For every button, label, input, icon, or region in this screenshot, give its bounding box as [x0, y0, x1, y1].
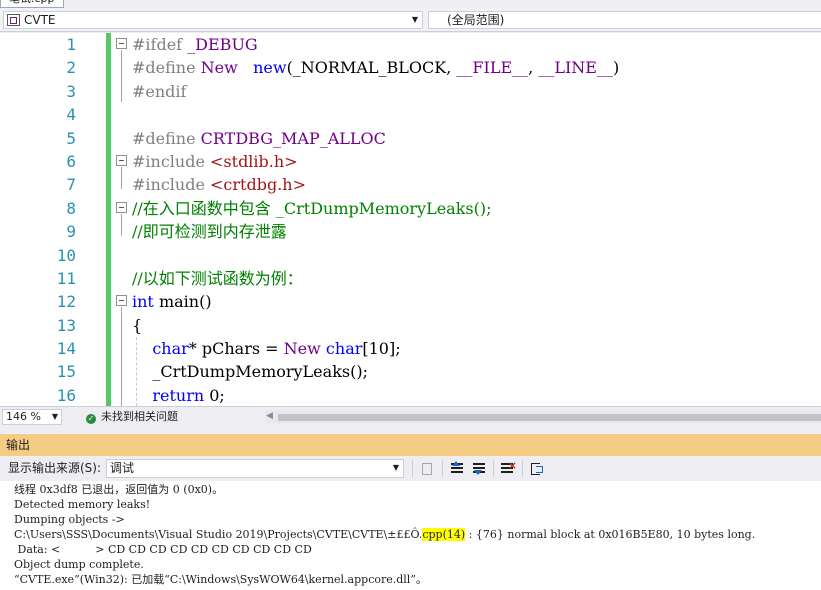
output-line: Object dump complete.	[14, 558, 144, 571]
code-line: //在入口函数中包含 _CrtDumpMemoryLeaks();	[132, 198, 492, 218]
chevron-down-icon[interactable]: ▼	[412, 15, 418, 24]
collapse-icon[interactable]	[116, 202, 127, 213]
line-number: 9	[66, 222, 76, 242]
scroll-left-icon[interactable]: ◀	[266, 411, 273, 421]
output-line: 线程 0x3df8 已退出，返回值为 0 (0x0)。	[14, 483, 224, 496]
line-number: 6	[66, 151, 76, 171]
scope-dropdown[interactable]: (全局范围)	[428, 11, 821, 29]
zoom-dropdown[interactable]: 146 % ▼	[2, 409, 62, 425]
code-line: #include <stdlib.h>	[132, 151, 298, 171]
fold-line	[121, 167, 122, 189]
line-number: 4	[66, 105, 76, 125]
navigation-bar: CVTE ▼ (全局范围)	[0, 8, 821, 32]
output-line: “CVTE.exe”(Win32): 已加载“C:\Windows\SysWOW…	[14, 573, 427, 586]
editor-status-bar: 146 % ▼ ✓ 未找到相关问题 ◀	[0, 406, 821, 426]
scope-name: (全局范围)	[447, 13, 505, 27]
project-name: CVTE	[24, 13, 56, 27]
fold-line	[121, 214, 122, 236]
leak-block-info: : {76} normal block at 0x016B5E80, 10 by…	[465, 528, 756, 541]
line-number: 14	[56, 339, 76, 359]
output-source-value: 调试	[110, 461, 135, 475]
line-number: 8	[66, 198, 76, 218]
code-line: {	[132, 315, 143, 335]
highlighted-line-ref[interactable]: cpp(14)	[422, 528, 466, 541]
output-line: Data: < > CD CD CD CD CD CD CD CD CD CD	[14, 543, 312, 556]
output-source-label: 显示输出来源(S):	[8, 461, 102, 475]
code-line: #include <crtdbg.h>	[132, 175, 306, 195]
collapse-icon[interactable]	[116, 295, 127, 306]
check-circle-icon: ✓	[86, 414, 96, 424]
toolbar-separator	[412, 460, 413, 477]
line-number: 13	[56, 315, 76, 335]
code-line: return 0;	[152, 385, 225, 405]
output-text-area[interactable]: 线程 0x3df8 已退出，返回值为 0 (0x0)。 Detected mem…	[0, 481, 821, 590]
collapse-icon[interactable]	[116, 155, 127, 166]
code-line: #ifdef _DEBUG	[132, 35, 258, 54]
line-number: 7	[66, 175, 76, 195]
line-number: 2	[66, 58, 76, 78]
collapse-icon[interactable]	[116, 38, 127, 49]
clear-all-icon[interactable]	[500, 459, 517, 476]
go-to-previous-message-icon[interactable]	[450, 461, 465, 476]
line-numbers: 1 2 3 4 5 6 7 8 9 10 11 12 13 14 15 16	[0, 33, 76, 406]
output-line: C:\Users\SSS\Documents\Visual Studio 201…	[14, 527, 755, 542]
chevron-down-icon[interactable]: ▼	[52, 410, 58, 424]
fold-line	[121, 50, 122, 102]
document-tab[interactable]: 笔试.cpp	[0, 0, 64, 8]
cpp-project-icon	[7, 14, 20, 26]
toolbar-separator	[442, 460, 443, 477]
line-number: 12	[56, 292, 76, 312]
code-line: //即可检测到内存泄露	[132, 222, 287, 242]
horizontal-scrollbar[interactable]: ◀	[266, 411, 821, 423]
outlining-margin	[116, 33, 130, 406]
output-source-dropdown[interactable]: 调试 ▼	[106, 459, 404, 478]
change-tracking-bar	[106, 33, 111, 406]
line-number: 10	[56, 245, 76, 265]
line-number-gutter: 1 2 3 4 5 6 7 8 9 10 11 12 13 14 15 16	[0, 33, 104, 406]
code-line: //以如下测试函数为例：	[132, 268, 303, 288]
project-dropdown[interactable]: CVTE ▼	[3, 11, 423, 29]
line-number: 15	[56, 362, 76, 382]
scrollbar-thumb[interactable]	[278, 414, 821, 421]
output-file-path: C:\Users\SSS\Documents\Visual Studio 201…	[14, 528, 423, 541]
zoom-level: 146 %	[6, 410, 41, 423]
fold-line	[121, 307, 122, 406]
code-line: _CrtDumpMemoryLeaks();	[132, 362, 368, 382]
toggle-word-wrap-icon[interactable]	[530, 461, 545, 476]
code-line: #define CRTDBG_MAP_ALLOC	[132, 128, 386, 148]
code-line: #define New new(_NORMAL_BLOCK, __FILE__,…	[132, 58, 620, 78]
code-line: int main()	[132, 292, 212, 312]
output-line: Detected memory leaks!	[14, 498, 151, 511]
line-number: 5	[66, 128, 76, 148]
toolbar-separator	[522, 460, 523, 477]
output-panel-title[interactable]: 输出	[0, 434, 821, 456]
output-toolbar: 显示输出来源(S): 调试 ▼	[0, 456, 821, 481]
output-title-text: 输出	[6, 438, 31, 452]
chevron-down-icon[interactable]: ▼	[393, 463, 399, 472]
toolbar-separator	[493, 460, 494, 477]
issues-text: 未找到相关问题	[101, 410, 178, 423]
output-line: Dumping objects ->	[14, 513, 125, 526]
find-message-icon[interactable]	[420, 461, 435, 476]
code-editor[interactable]: 1 2 3 4 5 6 7 8 9 10 11 12 13 14 15 16 #ifdef _DEBUG #d…	[0, 33, 821, 406]
line-number: 3	[66, 81, 76, 101]
line-number: 16	[56, 385, 76, 405]
code-lines[interactable]: #ifdef _DEBUG #define New new(_NORMAL_BL…	[132, 33, 821, 406]
line-number: 1	[66, 35, 76, 54]
document-tab-strip: 笔试.cpp	[0, 0, 821, 8]
code-line: char* pChars = New char[10];	[152, 339, 401, 359]
code-line: #endif	[132, 81, 187, 101]
go-to-next-message-icon[interactable]	[472, 461, 487, 476]
issues-indicator[interactable]: ✓ 未找到相关问题	[86, 410, 178, 424]
line-number: 11	[56, 268, 76, 288]
